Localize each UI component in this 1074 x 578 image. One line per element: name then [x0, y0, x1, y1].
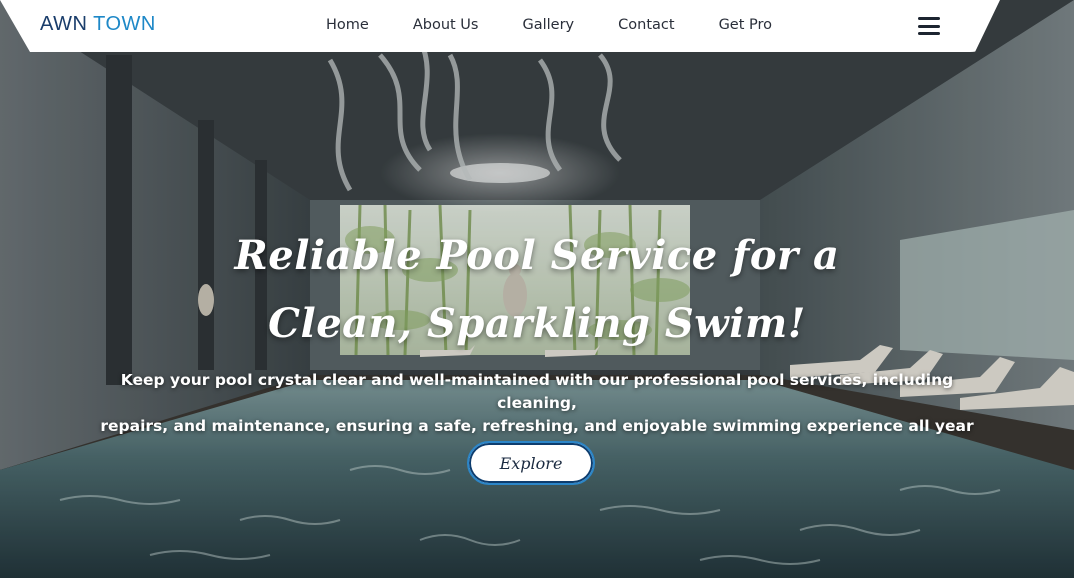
brand-logo[interactable]: AWN TOWN	[40, 13, 156, 36]
top-navbar: AWN TOWN Home About Us Gallery Contact G…	[0, 0, 1000, 52]
nav-link-contact[interactable]: Contact	[618, 17, 674, 33]
explore-button[interactable]: Explore	[467, 441, 595, 485]
brand-name-awn: AWN	[40, 13, 88, 35]
hamburger-menu-icon[interactable]	[918, 17, 940, 35]
nav-link-get-pro[interactable]: Get Pro	[719, 17, 772, 33]
brand-name-town: TOWN	[93, 13, 156, 35]
nav-link-gallery[interactable]: Gallery	[522, 17, 574, 33]
nav-link-about-us[interactable]: About Us	[413, 17, 479, 33]
headline-line-1: Reliable Pool Service for a	[234, 232, 840, 279]
description-line-1: Keep your pool crystal clear and well-ma…	[120, 371, 954, 412]
headline-line-2: Clean, Sparkling Swim!	[268, 300, 806, 347]
nav-links: Home About Us Gallery Contact Get Pro	[326, 17, 816, 33]
nav-link-home[interactable]: Home	[326, 17, 369, 33]
hero-headline: Reliable Pool Service for a Clean, Spark…	[0, 222, 1074, 358]
hero-section: AWN TOWN Home About Us Gallery Contact G…	[0, 0, 1074, 578]
